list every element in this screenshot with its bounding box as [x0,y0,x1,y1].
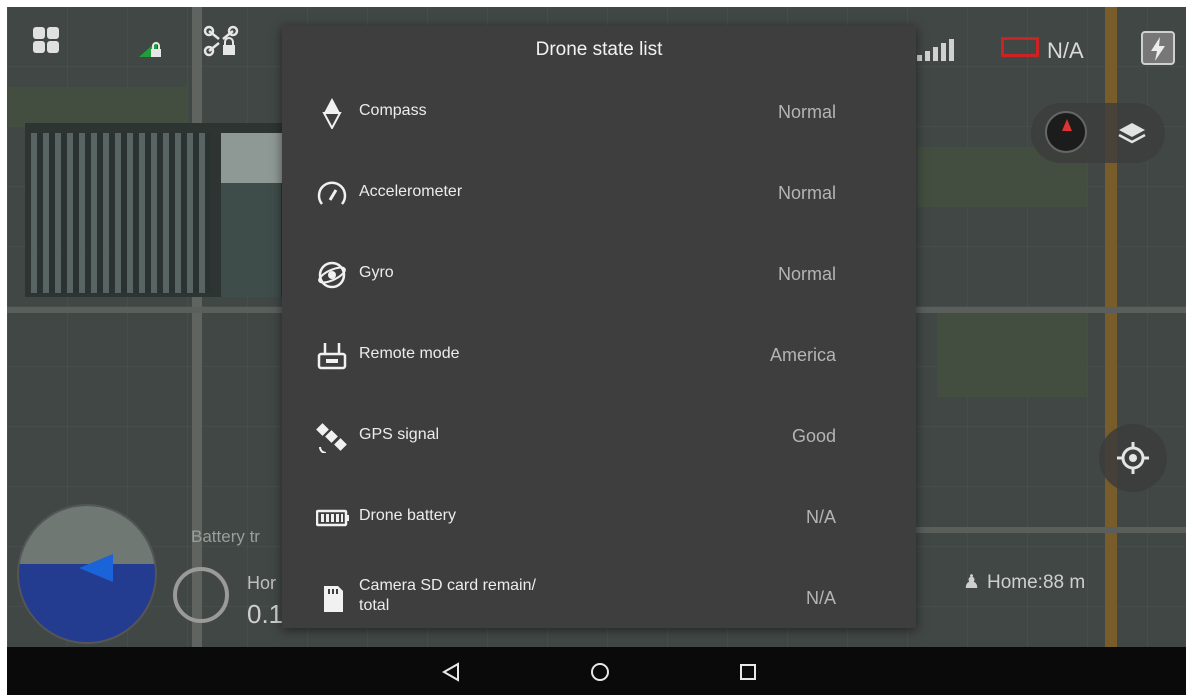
layers-icon[interactable] [1117,119,1147,149]
battery-icon [315,502,349,534]
state-label: Drone battery [359,507,456,524]
map-compass-icon[interactable] [1045,111,1087,153]
state-value: Good [791,426,836,446]
back-icon[interactable] [440,661,462,683]
state-row-accelerometer: Accelerometer Normal [282,153,916,233]
state-label: Camera SD card remain/ total [359,577,536,614]
state-row-sd-card: Camera SD card remain/ total N/A [282,558,916,638]
home-distance-value: 0.1 [247,599,284,629]
compass-icon [316,97,348,131]
drone-state-dialog: Drone state list Compass Normal Accelero… [282,26,916,628]
battery-icon [1001,37,1039,57]
speedometer-icon [316,178,348,210]
locate-icon[interactable] [1099,424,1167,492]
gyro-icon [316,259,348,291]
dialog-title: Drone state list [535,39,663,60]
signal-lock-icon [137,37,167,59]
signal-bars-icon [917,39,967,61]
camera-preview[interactable] [25,123,283,297]
drone-lock-icon [203,25,239,59]
battery-status-text: N/A [1047,38,1084,63]
state-value: Normal [777,183,836,203]
person-icon: ♟ [963,572,981,593]
state-label: GPS signal [359,426,440,443]
map-controls [1031,103,1165,163]
system-nav-bar [7,647,1186,695]
remote-controller-icon [316,340,348,372]
app-screen: N/A Battery tr Hor 0.1 ♟ Home:88 m Drone … [7,7,1186,695]
state-label: Accelerometer [359,183,463,200]
home-icon[interactable] [589,661,611,683]
home-distance-readout: ♟ Home:88 m [963,571,1085,594]
state-value: N/A [805,588,836,608]
attitude-indicator [17,504,157,644]
state-value: N/A [805,507,836,527]
flash-icon[interactable] [1141,31,1175,65]
recents-icon[interactable] [737,661,759,683]
state-value: Normal [777,102,836,122]
state-label: Gyro [359,264,394,281]
state-value: America [769,345,836,365]
home-distance-text: Home:88 m [987,572,1086,593]
state-row-remote-mode: Remote mode America [282,315,916,395]
battery-tip-text: Battery tr [191,527,260,546]
state-row-gps-signal: GPS signal Good [282,396,916,476]
sd-card-icon [316,583,348,615]
state-value: Normal [777,264,836,284]
distance-gauge [173,567,229,623]
home-distance-label: Hor [247,573,277,593]
apps-icon[interactable] [31,25,61,55]
state-row-drone-battery: Drone battery N/A [282,477,916,557]
state-label: Compass [359,102,427,119]
state-label: Remote mode [359,345,460,362]
state-row-compass: Compass Normal [282,72,916,152]
satellite-icon [316,421,348,454]
state-row-gyro: Gyro Normal [282,234,916,314]
